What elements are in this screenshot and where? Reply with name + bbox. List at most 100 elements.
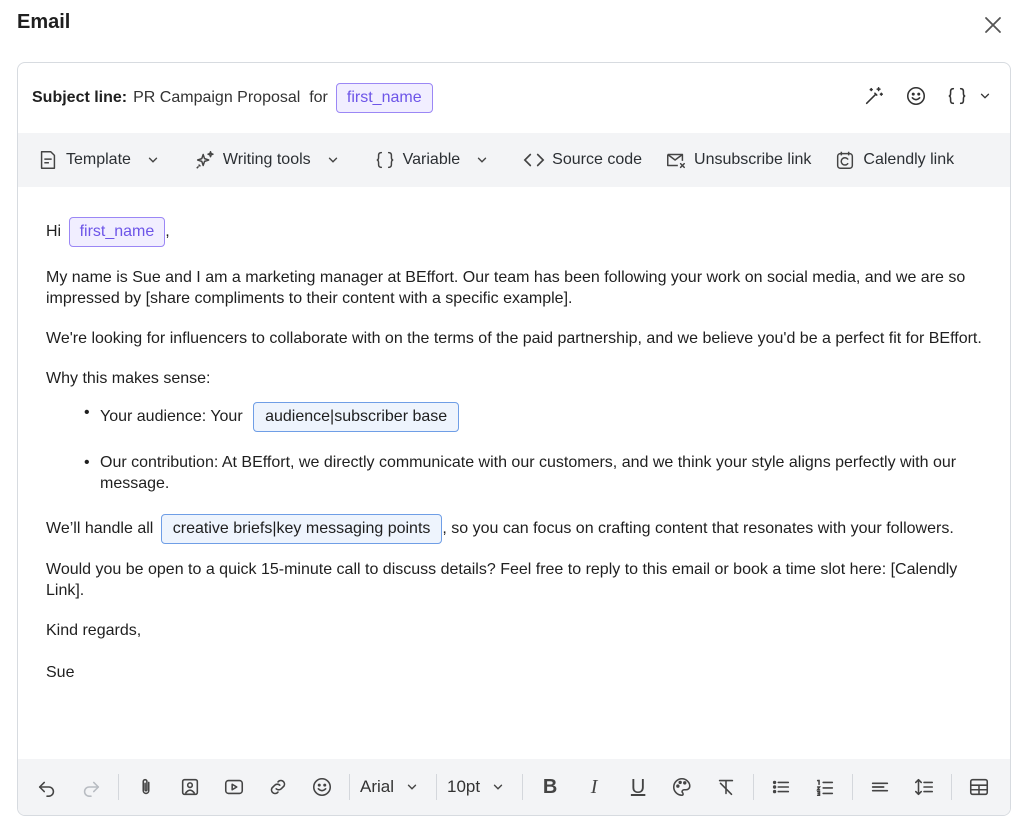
align-left-icon [871, 782, 889, 792]
source-code-button[interactable]: Source code [522, 148, 642, 172]
bullet-list-button[interactable] [764, 770, 798, 804]
paperclip-icon [142, 778, 150, 795]
redo-button[interactable] [74, 770, 108, 804]
bullet1-prefix: Your audience: Your [100, 408, 243, 425]
subject-variable-button[interactable] [946, 84, 992, 108]
code-icon [522, 148, 546, 172]
chevron-down-icon [470, 148, 494, 172]
paragraph-why: Why this makes sense: [46, 370, 211, 387]
smiley-icon [312, 777, 332, 797]
undo-icon [38, 781, 55, 797]
paragraph-signature: Sue [46, 664, 75, 681]
font-size-select[interactable]: 10pt [447, 775, 510, 799]
curly-braces-icon [373, 148, 397, 172]
greeting-variable-chip[interactable]: first_name [68, 217, 166, 247]
link-icon [270, 779, 286, 795]
divider [436, 774, 438, 800]
numbered-list-button[interactable] [808, 770, 842, 804]
greeting-suffix: , [165, 223, 170, 240]
editor-toolbar: Template Writing tools Variable Source c… [18, 133, 1010, 187]
variable-dropdown[interactable]: Variable [373, 148, 501, 172]
format-toolbar: Arial 10pt B I U [18, 759, 1010, 815]
insert-link-button[interactable] [261, 770, 295, 804]
calendly-link-label: Calendly link [863, 151, 955, 168]
email-body[interactable]: Hi first_name, My name is Sue and I am a… [46, 213, 986, 683]
writing-tools-label: Writing tools [222, 151, 311, 168]
font-size-value: 10pt [447, 777, 481, 796]
magic-wand-icon [865, 86, 884, 105]
chevron-down-icon [141, 148, 165, 172]
close-icon [985, 17, 1001, 33]
video-icon [224, 779, 244, 795]
unsubscribe-link-label: Unsubscribe link [694, 151, 812, 168]
writing-tools-dropdown[interactable]: Writing tools [193, 148, 351, 172]
list-item: Your audience: Your audience|subscriber … [84, 402, 986, 432]
bullet-list-icon [772, 780, 790, 794]
underline-icon: U [630, 775, 646, 798]
subject-variable-chip[interactable]: first_name [335, 83, 433, 113]
template-label: Template [66, 151, 131, 168]
greeting-prefix: Hi [46, 223, 62, 240]
bold-button[interactable]: B [533, 770, 567, 804]
email-editor: Subject line: PR Campaign Proposal for f… [17, 62, 1011, 816]
insert-table-button[interactable] [962, 770, 996, 804]
ai-wand-button[interactable] [862, 84, 886, 108]
align-button[interactable] [863, 770, 897, 804]
line-height-icon [915, 778, 934, 796]
table-icon [970, 778, 989, 796]
mail-unsubscribe-icon [664, 148, 688, 172]
clear-format-button[interactable] [709, 770, 743, 804]
close-button[interactable] [981, 13, 1005, 37]
reasons-list: Your audience: Your audience|subscriber … [84, 402, 986, 494]
attach-button[interactable] [129, 770, 163, 804]
variable-label: Variable [402, 151, 461, 168]
chevron-down-icon [321, 148, 345, 172]
underline-button[interactable]: U [621, 770, 655, 804]
messaging-placeholder-chip[interactable]: creative briefs|key messaging points [160, 514, 443, 544]
palette-icon [673, 777, 691, 797]
p4-suffix: , so you can focus on crafting content t… [442, 520, 954, 537]
numbered-list-icon [816, 779, 834, 797]
paragraph-call: Would you be open to a quick 15-minute c… [46, 561, 958, 599]
divider [349, 774, 350, 800]
divider [951, 774, 953, 800]
subject-label: Subject line: [32, 89, 128, 106]
clear-format-icon [718, 779, 734, 796]
font-family-value: Arial [360, 777, 395, 796]
divider [753, 774, 755, 800]
undo-button[interactable] [30, 770, 64, 804]
text-color-button[interactable] [665, 770, 699, 804]
unsubscribe-link-button[interactable]: Unsubscribe link [664, 148, 811, 172]
divider [852, 774, 854, 800]
p4-prefix: We’ll handle all [46, 520, 154, 537]
subject-text[interactable]: PR Campaign Proposal for [133, 89, 328, 107]
italic-button[interactable]: I [577, 770, 611, 804]
emoji-button[interactable] [904, 84, 928, 108]
sparkles-icon [193, 148, 217, 172]
source-code-label: Source code [552, 151, 643, 168]
subject-line-row[interactable]: Subject line: PR Campaign Proposal for f… [18, 63, 1010, 133]
insert-video-button[interactable] [217, 770, 251, 804]
calendly-icon [833, 148, 857, 172]
list-item: Our contribution: At BEffort, we directl… [84, 452, 986, 494]
dialog-title: Email [17, 11, 71, 33]
insert-emoji-button[interactable] [305, 770, 339, 804]
font-family-select[interactable]: Arial [360, 775, 424, 799]
calendly-link-button[interactable]: Calendly link [833, 148, 954, 172]
italic-icon: I [590, 775, 598, 798]
paragraph-intro: My name is Sue and I am a marketing mana… [46, 269, 966, 307]
smiley-icon [906, 86, 926, 106]
paragraph-regards: Kind regards, [46, 622, 142, 639]
curly-braces-icon [948, 87, 966, 105]
bold-icon: B [542, 775, 558, 798]
divider [118, 774, 119, 800]
insert-image-button[interactable] [173, 770, 207, 804]
template-dropdown[interactable]: Template [36, 148, 171, 172]
chevron-down-icon [486, 775, 510, 799]
redo-icon [83, 781, 100, 797]
paragraph-handle: We’ll handle all creative briefs|key mes… [46, 514, 986, 544]
line-height-button[interactable] [907, 770, 941, 804]
divider [522, 774, 524, 800]
audience-placeholder-chip[interactable]: audience|subscriber base [253, 402, 460, 432]
template-icon [36, 148, 60, 172]
